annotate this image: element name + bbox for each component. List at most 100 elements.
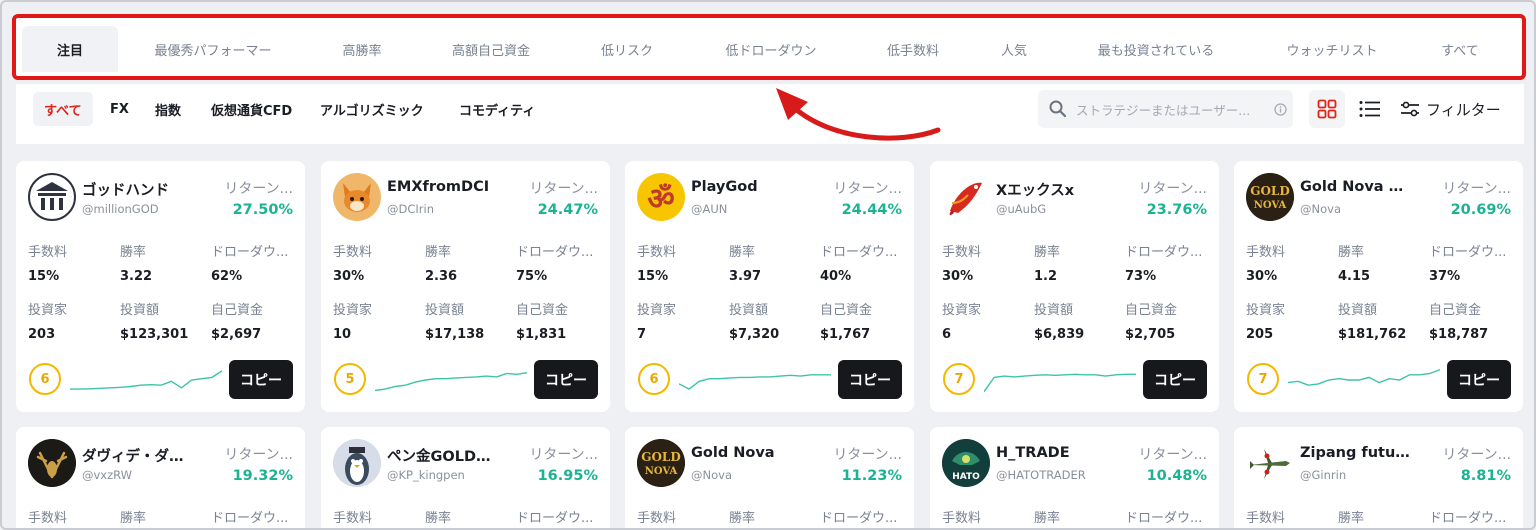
tab-featured[interactable]: 注目 bbox=[22, 26, 118, 72]
strategy-name: ダヴィデ・ダヴ... bbox=[82, 449, 192, 465]
strategy-handle: @HATOTRADER bbox=[996, 468, 1086, 482]
category-all[interactable]: すべて bbox=[33, 92, 93, 126]
strategy-name: EMXfromDCI bbox=[387, 179, 490, 195]
category-crypto-cfd[interactable]: 仮想通貨CFD bbox=[211, 92, 292, 126]
search-input[interactable]: ストラテジーまたはユーザー... bbox=[1038, 90, 1293, 128]
own-funds-stat: 自己資金 $1,767 bbox=[820, 303, 873, 342]
category-indices[interactable]: 指数 bbox=[155, 92, 181, 126]
strategy-card[interactable]: ダヴィデ・ダヴ... @vxzRW リターン... 19.32% 手数料 勝率 … bbox=[16, 427, 305, 528]
tab-most-invested[interactable]: 最も投資されている bbox=[1056, 26, 1256, 72]
investors-stat: 投資家 203 bbox=[28, 303, 68, 342]
sparkline bbox=[70, 370, 222, 390]
invested-stat: 投資額 $17,138 bbox=[425, 303, 485, 342]
svg-text:GOLD: GOLD bbox=[641, 450, 681, 464]
category-commodity[interactable]: コモディティ bbox=[459, 92, 535, 126]
list-view-button[interactable] bbox=[1352, 90, 1388, 128]
strategy-name: Xエックスx bbox=[996, 183, 1075, 199]
copy-button[interactable]: コピー bbox=[1143, 360, 1207, 399]
tab-high-own-funds[interactable]: 高額自己資金 bbox=[416, 26, 566, 72]
return-value: 23.76% bbox=[1146, 202, 1207, 218]
return-value: 27.50% bbox=[232, 202, 293, 218]
invested-stat: 投資額 $7,320 bbox=[729, 303, 780, 342]
strategy-handle: @KP_kingpen bbox=[387, 468, 465, 482]
fee-stat: 手数料 bbox=[333, 511, 373, 526]
winrate-stat: 勝率 2.36 bbox=[425, 245, 458, 284]
return-label: リターン... bbox=[1138, 447, 1207, 463]
svg-text:NOVA: NOVA bbox=[645, 466, 678, 477]
category-algorithmic[interactable]: アルゴリズミック bbox=[320, 92, 424, 126]
risk-score-badge: 6 bbox=[638, 363, 670, 395]
strategy-card[interactable]: HATO H_TRADE @HATOTRADER リターン... 10.48% … bbox=[930, 427, 1219, 528]
gold-nova-logo-icon: GOLD NOVA bbox=[637, 439, 685, 487]
investors-stat: 投資家 7 bbox=[637, 303, 677, 342]
copy-button[interactable]: コピー bbox=[229, 360, 293, 399]
strategy-handle: @uAubG bbox=[996, 202, 1047, 216]
winrate-stat: 勝率 bbox=[729, 511, 756, 526]
strategy-card[interactable]: GOLD NOVA Gold Nova @Nova リターン... 11.23%… bbox=[625, 427, 914, 528]
drawdown-stat: ドローダウ... bbox=[211, 511, 289, 526]
risk-score-badge: 7 bbox=[1247, 363, 1279, 395]
return-value: 24.44% bbox=[841, 202, 902, 218]
drawdown-stat: ドローダウ... 62% bbox=[211, 245, 289, 284]
strategy-handle: @millionGOD bbox=[82, 202, 159, 216]
sparkline bbox=[984, 373, 1136, 393]
drawdown-stat: ドローダウ... bbox=[516, 511, 594, 526]
svg-text:NOVA: NOVA bbox=[1254, 200, 1287, 211]
app-frame: 注目 最優秀パフォーマー 高勝率 高額自己資金 低リスク 低ドローダウン 低手数… bbox=[0, 0, 1536, 530]
category-fx[interactable]: FX bbox=[110, 92, 129, 126]
tab-watchlist[interactable]: ウォッチリスト bbox=[1256, 26, 1408, 72]
fighter-plane-icon bbox=[1246, 439, 1294, 487]
drawdown-stat: ドローダウ... 73% bbox=[1125, 245, 1203, 284]
strategy-card[interactable]: EMXfromDCI @DCIrin リターン... 24.47% 手数料 30%… bbox=[321, 161, 610, 412]
fee-stat: 手数料 bbox=[1246, 511, 1286, 526]
strategy-card[interactable]: ॐ PlayGod @AUN リターン... 24.44% 手数料 15% 勝率 3… bbox=[625, 161, 914, 412]
strategy-name: ペン金GOLDラ... bbox=[387, 449, 497, 465]
tab-high-winrate[interactable]: 高勝率 bbox=[308, 26, 416, 72]
filter-button[interactable]: フィルター bbox=[1400, 92, 1501, 126]
strategy-card[interactable]: ゴッドハンド @millionGOD リターン... 27.50% 手数料 15%… bbox=[16, 161, 305, 412]
fee-stat: 手数料 30% bbox=[1246, 245, 1286, 284]
grid-view-button[interactable] bbox=[1309, 90, 1345, 128]
koi-fish-icon bbox=[942, 173, 990, 221]
hato-logo-icon: HATO bbox=[942, 439, 990, 487]
copy-button[interactable]: コピー bbox=[1447, 360, 1511, 399]
penguin-avatar-icon bbox=[333, 439, 381, 487]
strategy-card[interactable]: Xエックスx @uAubG リターン... 23.76% 手数料 30% 勝率 1.… bbox=[930, 161, 1219, 412]
return-label: リターン... bbox=[224, 181, 293, 197]
strategy-name: Zipang future bbox=[1300, 445, 1410, 461]
strategy-card[interactable]: GOLD NOVA Gold Nova Ultim... @Nova リターン.… bbox=[1234, 161, 1523, 412]
own-funds-stat: 自己資金 $18,787 bbox=[1429, 303, 1489, 342]
strategy-card[interactable]: Zipang future @Ginrin リターン... 8.81% 手数料 … bbox=[1234, 427, 1523, 528]
strategy-name: Gold Nova bbox=[691, 445, 775, 461]
winrate-stat: 勝率 bbox=[120, 511, 147, 526]
list-icon bbox=[1359, 101, 1380, 117]
copy-button[interactable]: コピー bbox=[838, 360, 902, 399]
return-label: リターン... bbox=[1442, 447, 1511, 463]
return-value: 24.47% bbox=[537, 202, 598, 218]
fee-stat: 手数料 bbox=[942, 511, 982, 526]
winrate-stat: 勝率 3.97 bbox=[729, 245, 762, 284]
return-value: 20.69% bbox=[1450, 202, 1511, 218]
search-icon bbox=[1049, 100, 1067, 118]
drawdown-stat: ドローダウ... 40% bbox=[820, 245, 898, 284]
return-value: 19.32% bbox=[232, 468, 293, 484]
investors-stat: 投資家 10 bbox=[333, 303, 373, 342]
strategy-handle: @Ginrin bbox=[1300, 468, 1347, 482]
drawdown-stat: ドローダウ... 75% bbox=[516, 245, 594, 284]
gold-nova-logo-icon: GOLD NOVA bbox=[1246, 173, 1294, 221]
tab-low-risk[interactable]: 低リスク bbox=[566, 26, 688, 72]
strategy-card[interactable]: ペン金GOLDラ... @KP_kingpen リターン... 16.95% 手… bbox=[321, 427, 610, 528]
sparkline bbox=[375, 372, 527, 392]
tab-all[interactable]: すべて bbox=[1408, 26, 1512, 72]
drawdown-stat: ドローダウ... 37% bbox=[1429, 245, 1507, 284]
om-symbol-icon: ॐ bbox=[637, 173, 685, 221]
tab-low-drawdown[interactable]: 低ドローダウン bbox=[688, 26, 854, 72]
tab-top-performer[interactable]: 最優秀パフォーマー bbox=[118, 26, 308, 72]
return-value: 16.95% bbox=[537, 468, 598, 484]
info-icon bbox=[1274, 102, 1287, 116]
risk-score-badge: 7 bbox=[943, 363, 975, 395]
tab-popular[interactable]: 人気 bbox=[972, 26, 1056, 72]
copy-button[interactable]: コピー bbox=[534, 360, 598, 399]
tab-low-fee[interactable]: 低手数料 bbox=[854, 26, 972, 72]
annotation-arrow bbox=[776, 88, 941, 141]
